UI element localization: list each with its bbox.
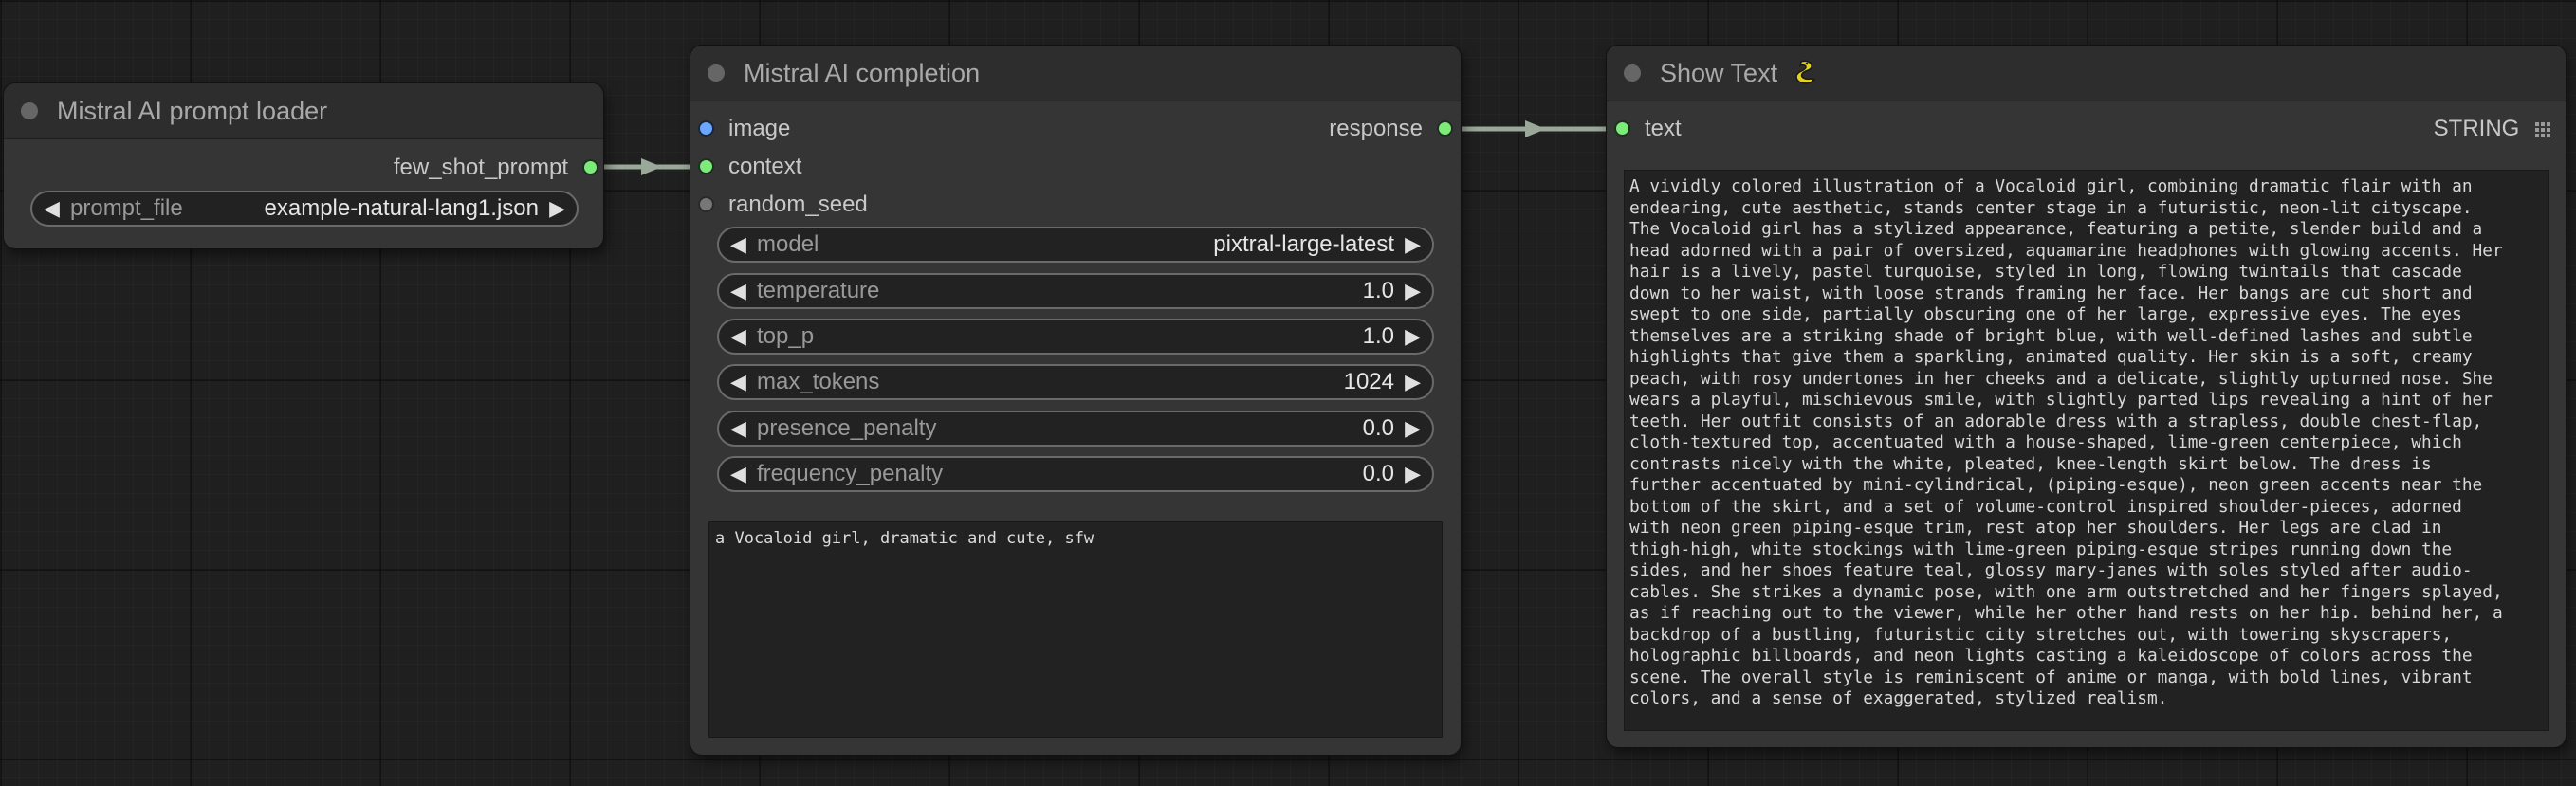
- grid-icon: [2535, 117, 2550, 145]
- snake-icon: [1793, 49, 1817, 104]
- output-response[interactable]: response: [1329, 115, 1451, 143]
- node-mistral-completion[interactable]: Mistral AI completion image context rand…: [690, 46, 1461, 755]
- collapse-dot-icon[interactable]: [708, 64, 725, 82]
- decrement-arrow-icon[interactable]: ◀: [730, 320, 746, 353]
- output-text-area[interactable]: A vividly colored illustration of a Voca…: [1624, 170, 2549, 731]
- node-title-bar[interactable]: Show Text: [1607, 46, 2566, 101]
- widget-value: 0.0: [1362, 461, 1394, 486]
- increment-arrow-icon[interactable]: ▶: [1405, 275, 1421, 307]
- output-type-label: STRING: [2433, 116, 2520, 141]
- prompt-textarea[interactable]: a Vocaloid girl, dramatic and cute, sfw: [708, 521, 1443, 738]
- node-show-text[interactable]: Show Text text STRING A vividly colored …: [1607, 46, 2566, 747]
- widget-label: model: [757, 231, 819, 257]
- decrement-arrow-icon[interactable]: ◀: [730, 275, 746, 307]
- widget-value: 0.0: [1362, 415, 1394, 441]
- input-slot-dot-icon[interactable]: [700, 122, 712, 135]
- widget-value: 1024: [1343, 369, 1394, 394]
- decrement-arrow-icon[interactable]: ◀: [730, 366, 746, 398]
- node-title: Show Text: [1660, 46, 1817, 104]
- widget-label: prompt_file: [70, 195, 183, 221]
- model-combo[interactable]: ◀ model pixtral-large-latest ▶: [717, 227, 1434, 263]
- increment-arrow-icon[interactable]: ▶: [1405, 320, 1421, 353]
- widget-label: presence_penalty: [757, 415, 937, 441]
- widget-label: frequency_penalty: [757, 461, 944, 486]
- input-text[interactable]: text: [1616, 115, 1682, 143]
- collapse-dot-icon[interactable]: [21, 102, 38, 119]
- increment-arrow-icon[interactable]: ▶: [1405, 228, 1421, 261]
- widget-value: example-natural-lang1.json: [264, 195, 540, 221]
- decrement-arrow-icon[interactable]: ◀: [730, 412, 746, 445]
- input-label: image: [728, 116, 791, 141]
- increment-arrow-icon[interactable]: ▶: [1405, 412, 1421, 445]
- temperature-number[interactable]: ◀ temperature 1.0 ▶: [717, 273, 1434, 309]
- decrement-arrow-icon[interactable]: ◀: [730, 458, 746, 490]
- increment-arrow-icon[interactable]: ▶: [1405, 366, 1421, 398]
- widget-label: top_p: [757, 323, 815, 349]
- link-response-to-text[interactable]: [1444, 120, 1624, 137]
- input-image[interactable]: image: [700, 115, 791, 143]
- widget-label: temperature: [757, 278, 880, 303]
- output-slot-dot-icon[interactable]: [1439, 122, 1451, 135]
- presence-penalty-number[interactable]: ◀ presence_penalty 0.0 ▶: [717, 411, 1434, 447]
- increment-arrow-icon[interactable]: ▶: [549, 192, 565, 225]
- input-slot-dot-icon[interactable]: [700, 198, 712, 210]
- node-title-text: Show Text: [1660, 59, 1778, 87]
- decrement-arrow-icon[interactable]: ◀: [44, 192, 60, 225]
- output-few-shot-prompt[interactable]: few_shot_prompt: [393, 154, 597, 182]
- output-label: response: [1329, 116, 1423, 141]
- increment-arrow-icon[interactable]: ▶: [1405, 458, 1421, 490]
- node-title-bar[interactable]: Mistral AI completion: [690, 46, 1461, 101]
- output-type-indicator: STRING: [2434, 115, 2550, 145]
- input-label: context: [728, 154, 802, 179]
- node-title: Mistral AI prompt loader: [57, 97, 328, 125]
- widget-value: 1.0: [1362, 278, 1394, 303]
- widget-label: max_tokens: [757, 369, 880, 394]
- input-context[interactable]: context: [700, 153, 802, 181]
- frequency-penalty-number[interactable]: ◀ frequency_penalty 0.0 ▶: [717, 456, 1434, 492]
- input-slot-dot-icon[interactable]: [1616, 122, 1628, 135]
- input-label: text: [1645, 116, 1682, 141]
- input-random-seed[interactable]: random_seed: [700, 191, 868, 219]
- node-title-bar[interactable]: Mistral AI prompt loader: [4, 83, 603, 139]
- collapse-dot-icon[interactable]: [1624, 64, 1641, 82]
- widget-value: pixtral-large-latest: [1213, 231, 1394, 257]
- top-p-number[interactable]: ◀ top_p 1.0 ▶: [717, 319, 1434, 355]
- decrement-arrow-icon[interactable]: ◀: [730, 228, 746, 261]
- prompt-file-combo[interactable]: ◀ prompt_file example-natural-lang1.json…: [30, 191, 579, 227]
- output-slot-dot-icon[interactable]: [584, 161, 597, 174]
- widget-value: 1.0: [1362, 323, 1394, 349]
- output-label: few_shot_prompt: [393, 155, 568, 180]
- max-tokens-number[interactable]: ◀ max_tokens 1024 ▶: [717, 364, 1434, 400]
- input-slot-dot-icon[interactable]: [700, 160, 712, 173]
- node-title: Mistral AI completion: [744, 59, 981, 87]
- node-prompt-loader[interactable]: Mistral AI prompt loader few_shot_prompt…: [4, 83, 603, 248]
- input-label: random_seed: [728, 192, 868, 217]
